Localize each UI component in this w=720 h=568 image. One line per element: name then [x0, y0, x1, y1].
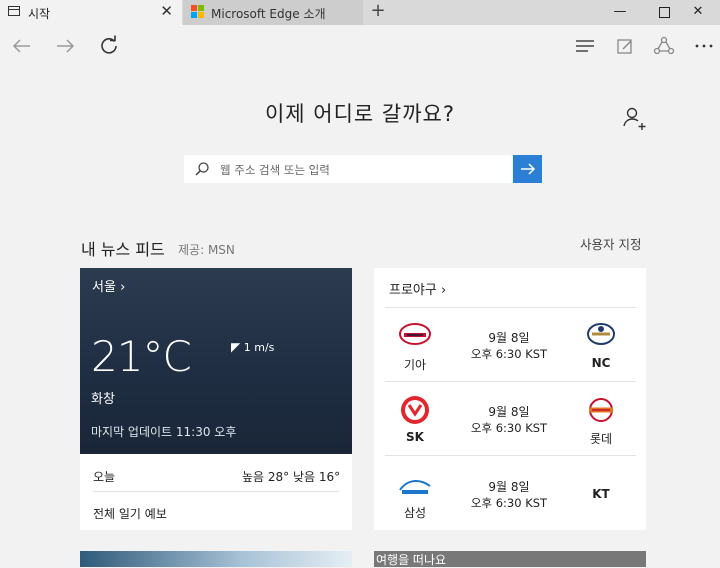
- weather-city[interactable]: 서울 ›: [92, 276, 125, 295]
- weather-today-label: 오늘: [93, 470, 116, 484]
- home-team: 삼성: [403, 506, 427, 520]
- chevron-right-icon: ›: [120, 280, 126, 295]
- weather-panel[interactable]: 서울 › 21°C ◤ 1 m/s 화창 마지막 업데이트 11:30 오후: [80, 268, 352, 454]
- sk-logo-icon: [398, 394, 432, 424]
- weather-condition: 화창: [91, 392, 115, 407]
- arrow-right-icon: [521, 163, 536, 175]
- more-icon: [695, 44, 713, 48]
- minimize-button[interactable]: —: [598, 0, 642, 25]
- search-go-button[interactable]: [513, 155, 542, 183]
- refresh-icon: [101, 35, 117, 54]
- share-button[interactable]: [650, 32, 678, 60]
- start-page-icon: [8, 6, 20, 16]
- page-title: 이제 어디로 갈까요?: [264, 102, 456, 126]
- away-team: 롯데: [589, 432, 613, 446]
- search-box[interactable]: [184, 155, 512, 183]
- away-team: KT: [592, 487, 610, 501]
- back-arrow-icon: [12, 39, 30, 53]
- news-feed-title: 내 뉴스 피드: [81, 240, 165, 259]
- tab-start[interactable]: 시작 ✕: [0, 0, 182, 25]
- divider: [385, 307, 636, 308]
- travel-card-title: 여행을 떠나요: [376, 553, 447, 567]
- game-time: 오후 6:30 KST: [470, 496, 548, 510]
- hub-button[interactable]: [571, 32, 599, 60]
- game-date: 9월 8일: [488, 331, 530, 345]
- share-icon: [653, 36, 675, 55]
- forward-button[interactable]: [51, 32, 79, 60]
- add-person-icon: [623, 107, 646, 130]
- tab-label: 시작: [28, 7, 51, 21]
- customize-link[interactable]: 사용자 지정: [580, 234, 641, 253]
- hub-icon: [576, 40, 594, 52]
- samsung-lions-logo-icon: [398, 474, 432, 502]
- chevron-right-icon: ›: [440, 283, 447, 298]
- full-forecast-link[interactable]: 전체 일기 예보: [93, 505, 167, 522]
- game-date: 9월 8일: [488, 480, 530, 494]
- new-tab-button[interactable]: +: [368, 0, 388, 21]
- refresh-button[interactable]: [95, 32, 123, 60]
- close-tab-icon[interactable]: ✕: [160, 2, 173, 20]
- home-team: SK: [406, 430, 424, 444]
- add-profile-button[interactable]: [620, 104, 650, 134]
- search-input[interactable]: [218, 159, 502, 181]
- away-team: NC: [591, 356, 611, 370]
- game-time: 오후 6:30 KST: [470, 347, 548, 361]
- search-icon: [195, 162, 209, 176]
- game-time: 오후 6:30 KST: [470, 421, 548, 435]
- nc-logo-icon: [584, 320, 618, 348]
- back-button[interactable]: [8, 32, 36, 60]
- tab-edge-intro[interactable]: Microsoft Edge 소개: [183, 0, 363, 25]
- maximize-icon: [658, 7, 670, 18]
- divider: [385, 381, 636, 382]
- weather-temperature: 21°C: [91, 332, 192, 381]
- game-date: 9월 8일: [488, 405, 530, 419]
- weather-updated: 마지막 업데이트 11:30 오후: [91, 425, 237, 439]
- home-team: 기아: [403, 358, 427, 372]
- kia-logo-icon: [398, 320, 432, 348]
- more-button[interactable]: [690, 32, 718, 60]
- baseball-title[interactable]: 프로야구 ›: [389, 279, 446, 298]
- wind-speed: ◤ 1 m/s: [231, 340, 275, 354]
- feed-provider: 제공: MSN: [178, 243, 235, 257]
- wind-direction-icon: ◤: [231, 340, 241, 354]
- web-note-button[interactable]: [611, 32, 639, 60]
- divider: [385, 455, 636, 456]
- lotte-logo-icon: [584, 396, 618, 424]
- close-window-button[interactable]: ✕: [676, 0, 720, 25]
- tab-label: Microsoft Edge 소개: [211, 7, 326, 21]
- divider: [93, 491, 339, 492]
- news-card-image[interactable]: [80, 551, 352, 567]
- forward-arrow-icon: [57, 39, 75, 53]
- travel-card[interactable]: 여행을 떠나요: [374, 551, 646, 567]
- windows-logo-icon: [191, 5, 205, 19]
- web-note-icon: [617, 39, 632, 54]
- weather-high-low: 높음 28° 낮음 16°: [242, 470, 341, 484]
